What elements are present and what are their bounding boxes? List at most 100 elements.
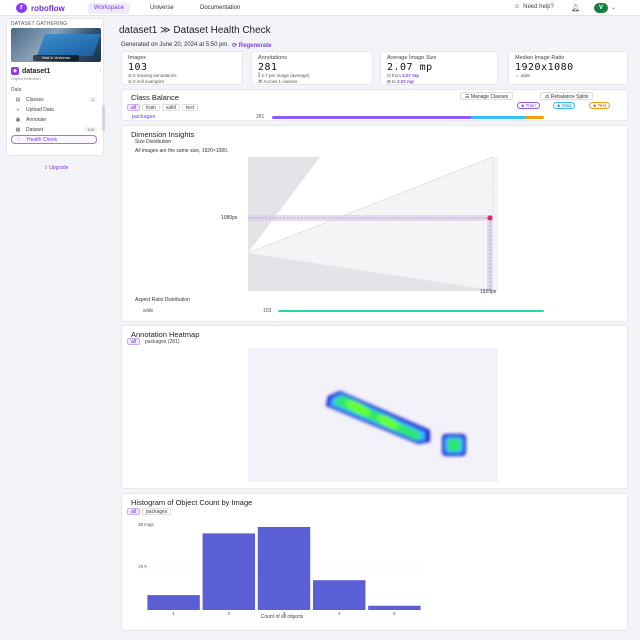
help-icon: ☺ <box>514 4 521 10</box>
visit-universe-caption[interactable]: Visit in Universe <box>33 55 79 61</box>
heatmap-filters: all packages (281) <box>127 338 184 346</box>
size-distribution-title: Size Distribution <box>135 139 172 145</box>
x-tick-label: 1 <box>172 611 175 616</box>
class-row-name[interactable]: packages <box>132 114 156 120</box>
sidebar-scrollbar[interactable] <box>102 105 105 131</box>
page-title: dataset1 ≫ Dataset Health Check <box>119 25 271 36</box>
roboflow-logo[interactable]: r roboflow <box>16 3 65 13</box>
bell-icon[interactable]: 🔔︎ <box>571 4 580 12</box>
stat-sub-1: ⇔ wide <box>515 73 621 79</box>
histogram-bar-4[interactable] <box>312 580 366 610</box>
stat-value: 1920x1080 <box>515 62 574 73</box>
sidebar-item-label: Upload Data <box>26 106 54 113</box>
dimension-insights-card: Dimension Insights Size Distribution All… <box>121 125 628 322</box>
size-distribution-plot <box>248 157 498 291</box>
heat-blob-small <box>442 434 466 456</box>
filter-packages[interactable]: packages <box>142 508 172 515</box>
filter-all[interactable]: all <box>127 338 141 345</box>
sidebar-item-label: Annotate <box>26 116 47 123</box>
upgrade-icon: ⇪ <box>43 165 48 171</box>
stat-sub-value: 2.07 mp <box>397 79 414 84</box>
histogram-bar-2[interactable] <box>202 533 256 610</box>
help-label: Need help? <box>523 4 554 10</box>
size-data-point[interactable] <box>487 215 493 221</box>
workspace-title: DATASET GATHERING <box>11 21 68 27</box>
stat-sub-2: ⊘ 0 null examples <box>128 79 236 85</box>
upgrade-link[interactable]: ⇪ Upgrade <box>11 165 101 171</box>
bar-segment-valid <box>470 116 525 119</box>
x-marker-label: 1920px <box>480 289 497 295</box>
sidebar-item-upload[interactable]: + Upload Data <box>11 105 97 114</box>
stat-card-annotations: Annotations 281 ⁑ 2.7 per image (average… <box>251 51 373 85</box>
histogram-bar-1[interactable] <box>147 595 200 610</box>
histogram-bar-3[interactable] <box>257 527 311 610</box>
generated-text: Generated on June 20, 2024 at 5:50 pm. <box>121 42 230 48</box>
sidebar: DATASET GATHERING Visit in Universe ◆ da… <box>6 18 105 171</box>
brand-name: roboflow <box>31 3 65 13</box>
classes-icon: ▤ <box>15 96 21 103</box>
split-legend-label: Train <box>525 103 536 108</box>
stat-card-image-ratio: Median Image Ratio 1920x1080 ⇔ wide <box>508 51 628 85</box>
stat-sub-2: ⊞ to 2.07 mp <box>387 79 491 85</box>
stat-card-image-size: Average Image Size 2.07 mp ⊡ from 2.07 m… <box>380 51 498 85</box>
stat-sub-value: 2.07 mp <box>402 73 420 78</box>
generated-line: Generated on June 20, 2024 at 5:50 pm. ⟳… <box>121 42 271 49</box>
project-name: dataset1 <box>22 67 51 75</box>
project-selector[interactable]: ◆ dataset1 › <box>11 66 101 76</box>
histogram-chart: 39 imgs 19.5 Count of all objects 12345 <box>138 522 424 619</box>
stat-value: 2.07 mp <box>387 62 433 73</box>
heat-small-inner <box>448 439 460 451</box>
sidebar-item-annotate[interactable]: ▣ Annotate <box>11 115 97 124</box>
stat-sub-text: 0 missing annotations <box>133 73 177 78</box>
filter-all[interactable]: all <box>127 508 141 515</box>
chevron-down-icon[interactable]: ⌄ <box>611 4 616 11</box>
regenerate-link[interactable]: ⟳ Regenerate <box>232 42 271 49</box>
section-data-label: Data <box>11 87 22 93</box>
x-tick-label: 5 <box>393 611 396 616</box>
rebalance-splits-button[interactable]: ⚖ Rebalance Splits <box>540 92 594 100</box>
sidebar-item-dataset[interactable]: ▦ Dataset 103 <box>11 125 97 134</box>
breadcrumb-separator: ≫ <box>160 25 171 36</box>
aspect-row-count: 103 <box>263 308 272 314</box>
annotate-icon: ▣ <box>15 116 21 123</box>
sidebar-item-classes[interactable]: ▤ Classes 1 <box>11 95 97 104</box>
stat-label: Average Image Size <box>387 55 437 61</box>
help-button[interactable]: ☺ Need help? <box>514 4 554 10</box>
aspect-row-bar <box>278 310 544 312</box>
project-thumbnail[interactable]: Visit in Universe <box>11 28 101 62</box>
refresh-icon: ⟳ <box>232 43 238 49</box>
stat-label: Images <box>128 55 147 61</box>
filter-valid[interactable]: valid <box>161 104 181 111</box>
histogram-bar-5[interactable] <box>368 605 421 610</box>
filter-all[interactable]: all <box>127 104 141 111</box>
nav-workspace[interactable]: Workspace <box>88 3 130 14</box>
breadcrumb-project[interactable]: dataset1 <box>119 25 157 36</box>
manage-classes-button[interactable]: ☰ Manage Classes <box>460 92 514 100</box>
y-marker-label: 1080px <box>221 215 238 221</box>
dimension-title: Dimension Insights <box>131 130 195 139</box>
sidebar-item-label: Classes <box>26 96 44 103</box>
upgrade-label: Upgrade <box>49 165 69 171</box>
x-tick-label: 2 <box>228 611 231 616</box>
split-legend-train: ◈ Train <box>517 102 540 109</box>
project-icon: ◆ <box>11 67 19 75</box>
nav-universe[interactable]: Universe <box>144 3 180 14</box>
annotation-heatmap <box>248 348 498 482</box>
aspect-ratio-title: Aspect Ratio Distribution <box>135 297 190 303</box>
filter-test[interactable]: test <box>182 104 199 111</box>
breadcrumb-current: Dataset Health Check <box>173 25 271 36</box>
roboflow-logo-icon: r <box>16 3 27 13</box>
filter-train[interactable]: train <box>142 104 160 111</box>
aspect-row-track <box>278 310 544 312</box>
nav-documentation[interactable]: Documentation <box>194 3 246 14</box>
filter-packages[interactable]: packages (281) <box>142 339 183 346</box>
bar-segment-test <box>524 116 544 119</box>
stat-sub-prefix: to <box>392 79 396 84</box>
histogram-card: Histogram of Object Count by Image all pa… <box>121 493 628 631</box>
sidebar-item-health-check[interactable]: ♡ Health Check <box>11 135 97 144</box>
sidebar-item-count: 1 <box>88 97 97 102</box>
split-legend-label: Valid <box>561 103 572 108</box>
avatar[interactable]: V <box>594 3 608 13</box>
class-balance-title: Class Balance <box>131 93 179 102</box>
class-row-count: 281 <box>256 114 265 120</box>
